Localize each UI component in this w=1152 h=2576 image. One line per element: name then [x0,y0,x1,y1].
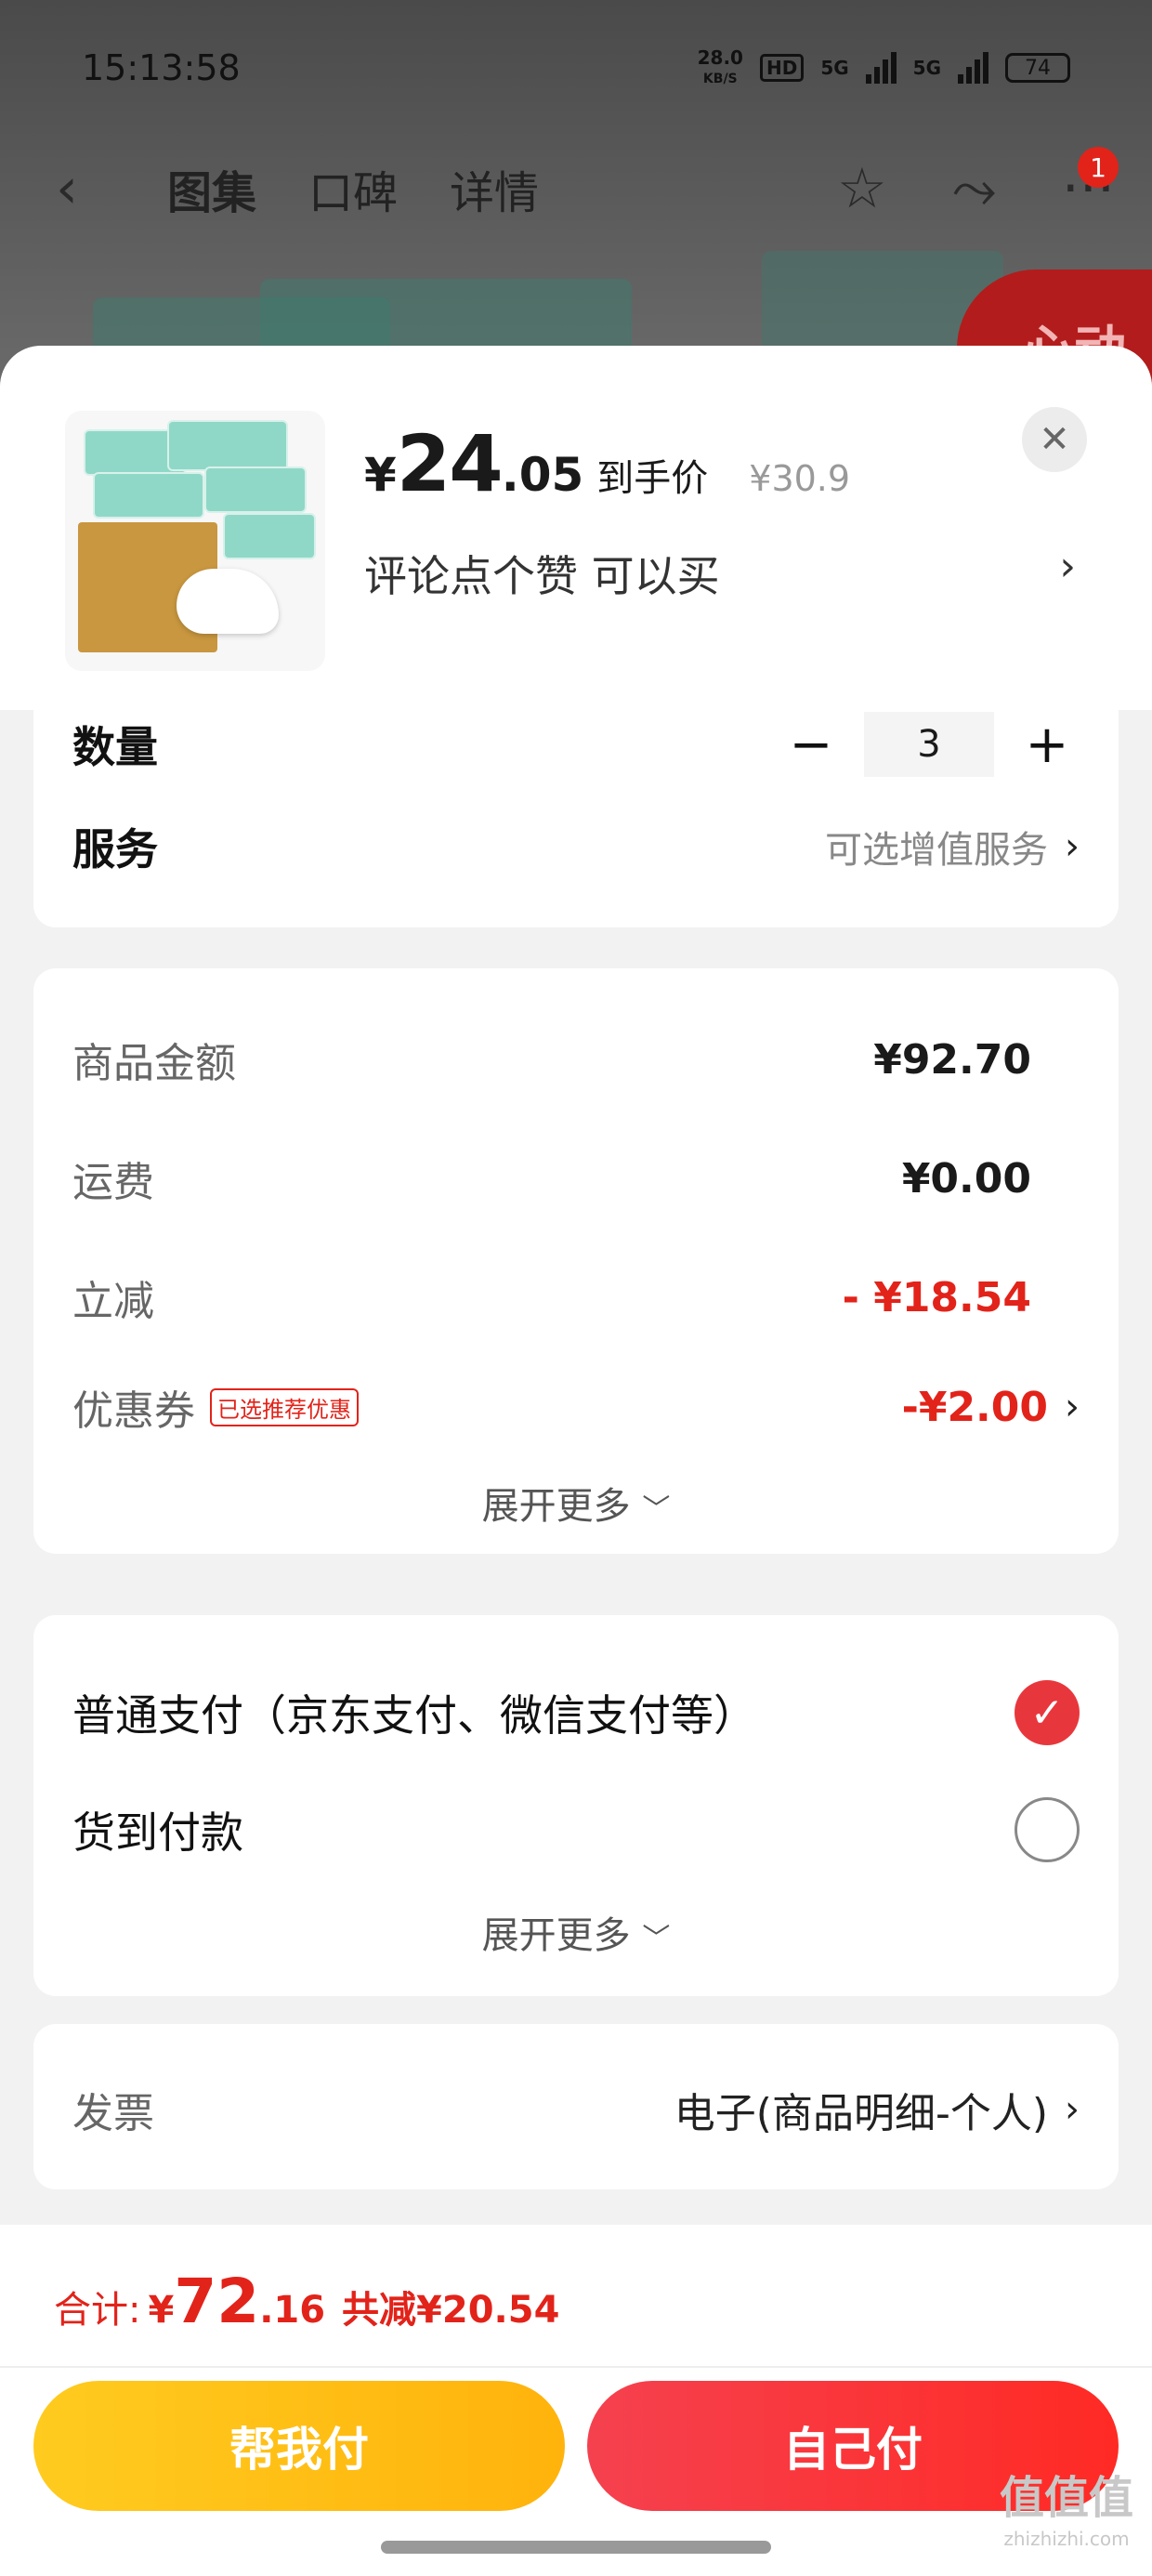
service-label: 服务 [72,824,158,874]
chevron-right-icon: › [1065,2088,1080,2131]
tissue-pack-shape [93,472,204,519]
chevron-right-icon: › [1065,825,1080,868]
payment-option-online[interactable]: 普通支付（京东支付、微信支付等） ✓ [72,1680,1080,1745]
chevron-right-icon: › [1065,1386,1080,1428]
tab-details[interactable]: 详情 [450,156,539,221]
top-nav: ‹ 图集 口碑 详情 ☆ ⤳ ··· 1 [56,147,1119,230]
quantity-input[interactable]: 3 [864,712,994,777]
price-row: ¥ 24 .05 到手价 ¥30.9 [364,418,850,509]
quantity-row: 数量 − 3 + [72,712,1080,777]
help-pay-button[interactable]: 帮我付 [33,2381,565,2511]
watermark-logo: 值值值 [999,2472,1133,2524]
plus-icon[interactable]: + [1015,715,1080,775]
radio-unchecked-icon[interactable] [1015,1797,1080,1862]
discount-label: 立减 [72,1278,154,1325]
price-label: 到手价 [596,457,709,500]
minus-icon[interactable]: − [779,715,844,775]
price-decimal: .05 [501,448,584,502]
total-decimal: .16 [259,2289,326,2332]
expand-more-label: 展开更多 [481,1914,631,1957]
shipping-value: ¥0.00 [901,1154,1031,1203]
back-icon[interactable]: ‹ [56,156,167,221]
net-speed-value: 28.0 [697,46,743,69]
quantity-stepper: − 3 + [779,712,1080,777]
hd-voice-icon: HD [759,54,805,82]
tissue-pack-shape [167,420,288,471]
total-saving: 共减¥20.54 [342,2289,560,2332]
product-thumbnail [65,411,325,671]
signal-icon [958,52,988,84]
nav-tabs: 图集 口碑 详情 [167,156,539,221]
checkout-footer: 合计: ¥ 72 .16 共减¥20.54 帮我付 自己付 值值值 zhizhi… [0,2225,1152,2576]
amount-label: 商品金额 [72,1040,236,1087]
price-summary-card: 商品金额 ¥92.70 运费 ¥0.00 立减 - ¥18.54 优惠券 已选推… [33,968,1119,1554]
tissue-pack-shape [204,467,307,513]
payment-card: 普通支付（京东支付、微信支付等） ✓ 货到付款 展开更多 ﹀ [33,1615,1119,1996]
net-speed: 28.0 KB/S [698,48,743,88]
star-icon[interactable]: ☆ [837,156,887,221]
total-label: 合计: [54,2289,141,2332]
status-bar: 15:13:58 28.0 KB/S HD 5G 5G 74 [82,43,1070,93]
promo-text[interactable]: 评论点个赞 可以买 [364,543,720,604]
payment-option-label: 货到付款 [72,1807,243,1858]
status-time: 15:13:58 [82,47,241,88]
service-row[interactable]: 服务 可选增值服务 › [72,816,1080,877]
chevron-right-icon[interactable]: › [1059,543,1076,590]
price-integer: 24 [396,418,504,509]
discount-value: - ¥18.54 [842,1273,1031,1321]
expand-more-button[interactable]: 展开更多 ﹀ [33,1476,1119,1530]
discount-row: 立减 - ¥18.54 [72,1268,1080,1327]
coupon-tag: 已选推荐优惠 [210,1387,359,1426]
total-summary: 合计: ¥ 72 .16 共减¥20.54 [54,2266,559,2337]
invoice-card: 发票 电子(商品明细-个人) › [33,2024,1119,2189]
checkmark-icon[interactable]: ✓ [1015,1680,1080,1745]
coupon-value: -¥2.00 [901,1383,1048,1431]
total-symbol: ¥ [148,2289,175,2332]
signal-5g-label: 5G [912,57,941,79]
chevron-down-icon: ﹀ [642,1923,671,1955]
home-indicator[interactable] [381,2541,771,2554]
divider [0,2366,1152,2368]
payment-option-cod[interactable]: 货到付款 [72,1797,1080,1862]
amount-row: 商品金额 ¥92.70 [72,1030,1080,1089]
payment-option-label: 普通支付（京东支付、微信支付等） [72,1690,756,1741]
original-price: ¥30.9 [749,458,851,499]
amount-value: ¥92.70 [873,1035,1031,1084]
tissue-sheet-shape [177,569,279,634]
message-badge: 1 [1078,147,1119,188]
expand-more-button[interactable]: 展开更多 ﹀ [33,1905,1119,1959]
quantity-label: 数量 [72,722,158,772]
background-page: 心动 15:13:58 28.0 KB/S HD 5G 5G 74 ‹ 图集 口… [0,0,1152,390]
invoice-row[interactable]: 发票 电子(商品明细-个人) › [72,2080,1080,2139]
nav-actions: ☆ ⤳ ··· 1 [837,147,1119,221]
battery-icon: 74 [1005,53,1070,83]
signal-5g-label: 5G [820,57,849,79]
invoice-label: 发票 [72,2090,154,2137]
tab-gallery[interactable]: 图集 [167,156,256,221]
product-header: ¥ 24 .05 到手价 ¥30.9 评论点个赞 可以买 › ✕ [0,346,1152,710]
coupon-label: 优惠券 [72,1387,195,1435]
share-icon[interactable]: ⤳ [952,156,997,221]
close-icon[interactable]: ✕ [1022,407,1087,472]
service-value: 可选增值服务 [825,829,1048,872]
tab-reviews[interactable]: 口碑 [308,156,398,221]
net-speed-unit: KB/S [702,71,738,86]
status-indicators: 28.0 KB/S HD 5G 5G 74 [698,48,1070,88]
signal-icon [865,52,897,84]
tissue-pack-shape [223,513,316,559]
shipping-row: 运费 ¥0.00 [72,1149,1080,1208]
watermark: 值值值 zhizhizhi.com [1000,2476,1133,2559]
price-symbol: ¥ [364,448,397,502]
shipping-label: 运费 [72,1159,154,1206]
expand-more-label: 展开更多 [481,1485,631,1528]
invoice-value: 电子(商品明细-个人) [674,2090,1048,2137]
chevron-down-icon: ﹀ [642,1493,671,1526]
watermark-site: zhizhizhi.com [1003,2528,1130,2550]
coupon-row[interactable]: 优惠券 已选推荐优惠 -¥2.00 › [72,1377,1080,1437]
total-integer: 72 [174,2266,260,2337]
